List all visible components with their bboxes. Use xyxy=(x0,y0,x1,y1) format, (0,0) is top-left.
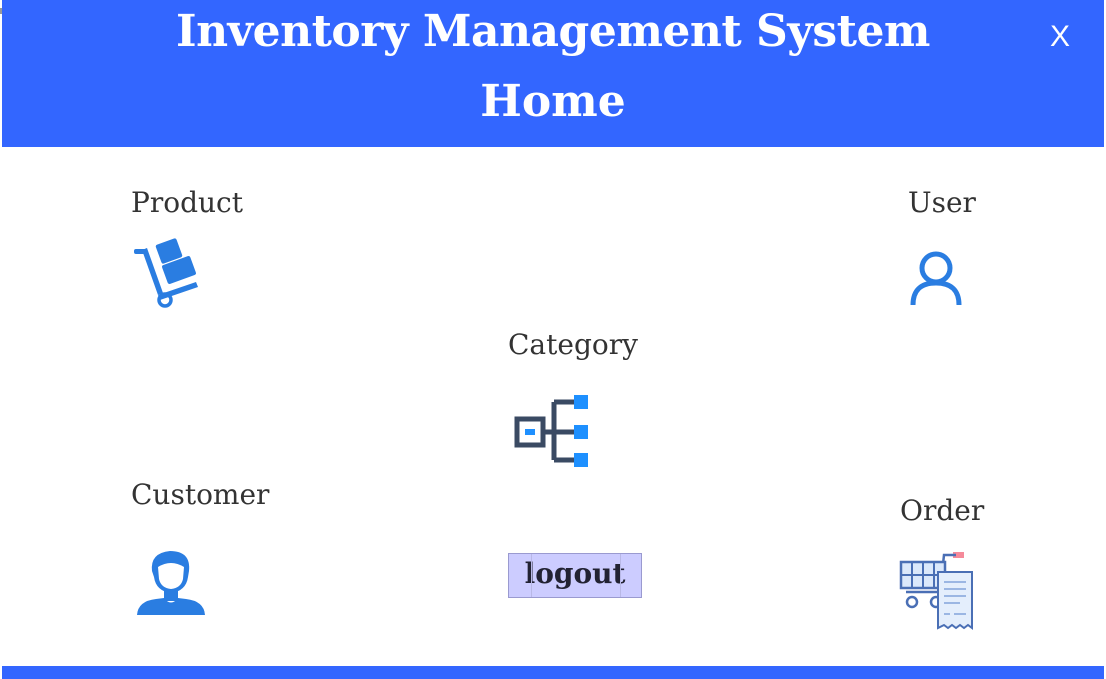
logout-button[interactable]: logout xyxy=(508,553,642,598)
customer-label[interactable]: Customer xyxy=(131,478,269,511)
app-title: Inventory Management System xyxy=(175,6,931,57)
home-window: Inventory Management System Home X Produ… xyxy=(0,0,1106,679)
user-label[interactable]: User xyxy=(908,186,976,219)
hand-truck-icon[interactable] xyxy=(134,238,202,308)
shopping-cart-receipt-icon[interactable] xyxy=(898,550,976,630)
category-label[interactable]: Category xyxy=(508,328,638,361)
close-button[interactable]: X xyxy=(1050,20,1070,54)
order-label[interactable]: Order xyxy=(900,494,984,527)
product-label[interactable]: Product xyxy=(131,186,243,219)
header-bar: Inventory Management System Home X xyxy=(2,0,1104,147)
page-title: Home xyxy=(480,76,626,127)
user-icon[interactable] xyxy=(909,250,963,306)
customer-icon[interactable] xyxy=(136,547,206,617)
footer-bar xyxy=(2,666,1104,679)
hierarchy-icon[interactable] xyxy=(514,392,592,468)
